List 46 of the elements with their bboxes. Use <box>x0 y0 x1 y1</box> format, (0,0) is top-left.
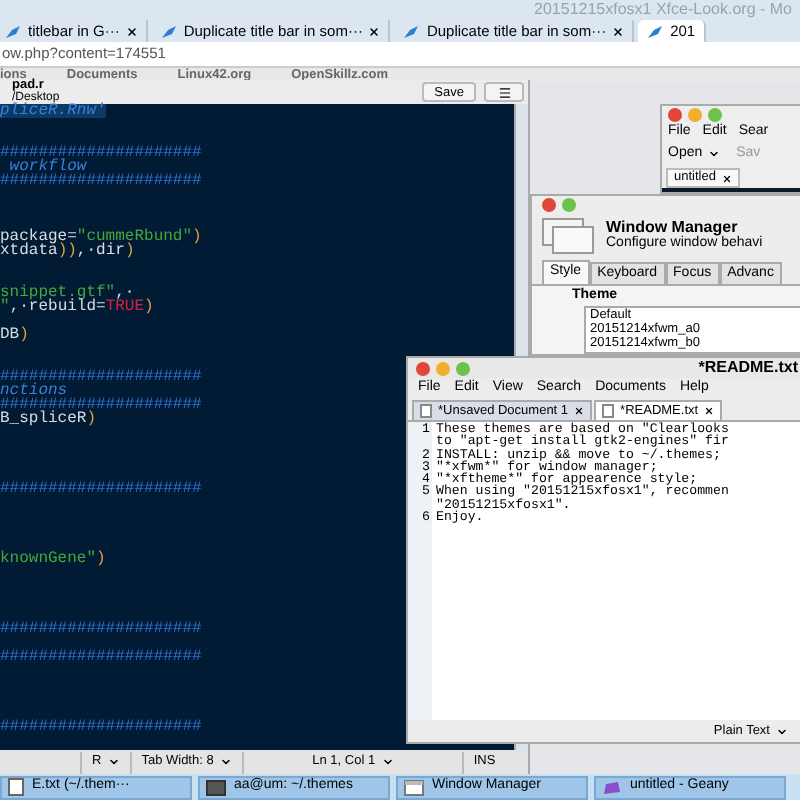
terminal-icon <box>206 779 226 795</box>
menu-button[interactable] <box>484 82 524 102</box>
code-line: ##################### <box>0 720 202 734</box>
close-button[interactable] <box>668 108 682 122</box>
caret-icon <box>708 148 721 160</box>
code-line: nctions <box>0 384 68 398</box>
maximize-button[interactable] <box>456 361 470 375</box>
code-line: ##################### <box>0 174 202 188</box>
close-icon <box>721 173 732 183</box>
caret-icon <box>107 756 120 768</box>
code-line: workflow <box>9 160 87 174</box>
document-icon <box>420 404 432 418</box>
close-icon <box>704 406 715 416</box>
window-title: 20151215xfosx1 Xfce-Look.org - Mo <box>534 2 792 18</box>
menu-icon <box>497 85 511 99</box>
document-icon <box>8 778 24 796</box>
close-button[interactable] <box>416 361 430 375</box>
caret-icon <box>381 756 394 768</box>
code-line: ##################### <box>0 370 202 384</box>
close-button[interactable] <box>542 198 556 212</box>
code-line: DB) <box>0 328 29 342</box>
code-line: snippet.gtf",· <box>0 286 135 300</box>
window-icon <box>404 779 424 795</box>
close-icon <box>125 25 138 37</box>
document-icon <box>602 404 615 418</box>
caret-icon <box>776 725 788 737</box>
code-line: ##################### <box>0 398 202 412</box>
maximize-button[interactable] <box>708 108 722 122</box>
code-line: ##################### <box>0 650 202 664</box>
close-icon <box>574 406 585 416</box>
window-title: *README.txt <box>698 356 800 379</box>
code-line: ##################### <box>0 146 202 160</box>
code-line: ##################### <box>0 622 202 636</box>
maximize-button[interactable] <box>562 198 576 212</box>
code-line: package="cummeRbund") <box>0 230 202 244</box>
text-area[interactable] <box>408 420 800 720</box>
close-icon <box>612 25 625 37</box>
code-line: knownGene") <box>0 552 106 566</box>
close-icon <box>368 25 381 37</box>
code-line: ##################### <box>0 482 202 496</box>
dialog-title: Window Manager <box>606 220 738 236</box>
code-line: B_spliceR) <box>0 412 97 426</box>
code-line: ",·rebuild=TRUE) <box>0 300 154 314</box>
windows-icon <box>542 218 594 254</box>
code-line: xtdata)),·dir) <box>0 244 135 258</box>
caret-icon <box>219 756 232 768</box>
